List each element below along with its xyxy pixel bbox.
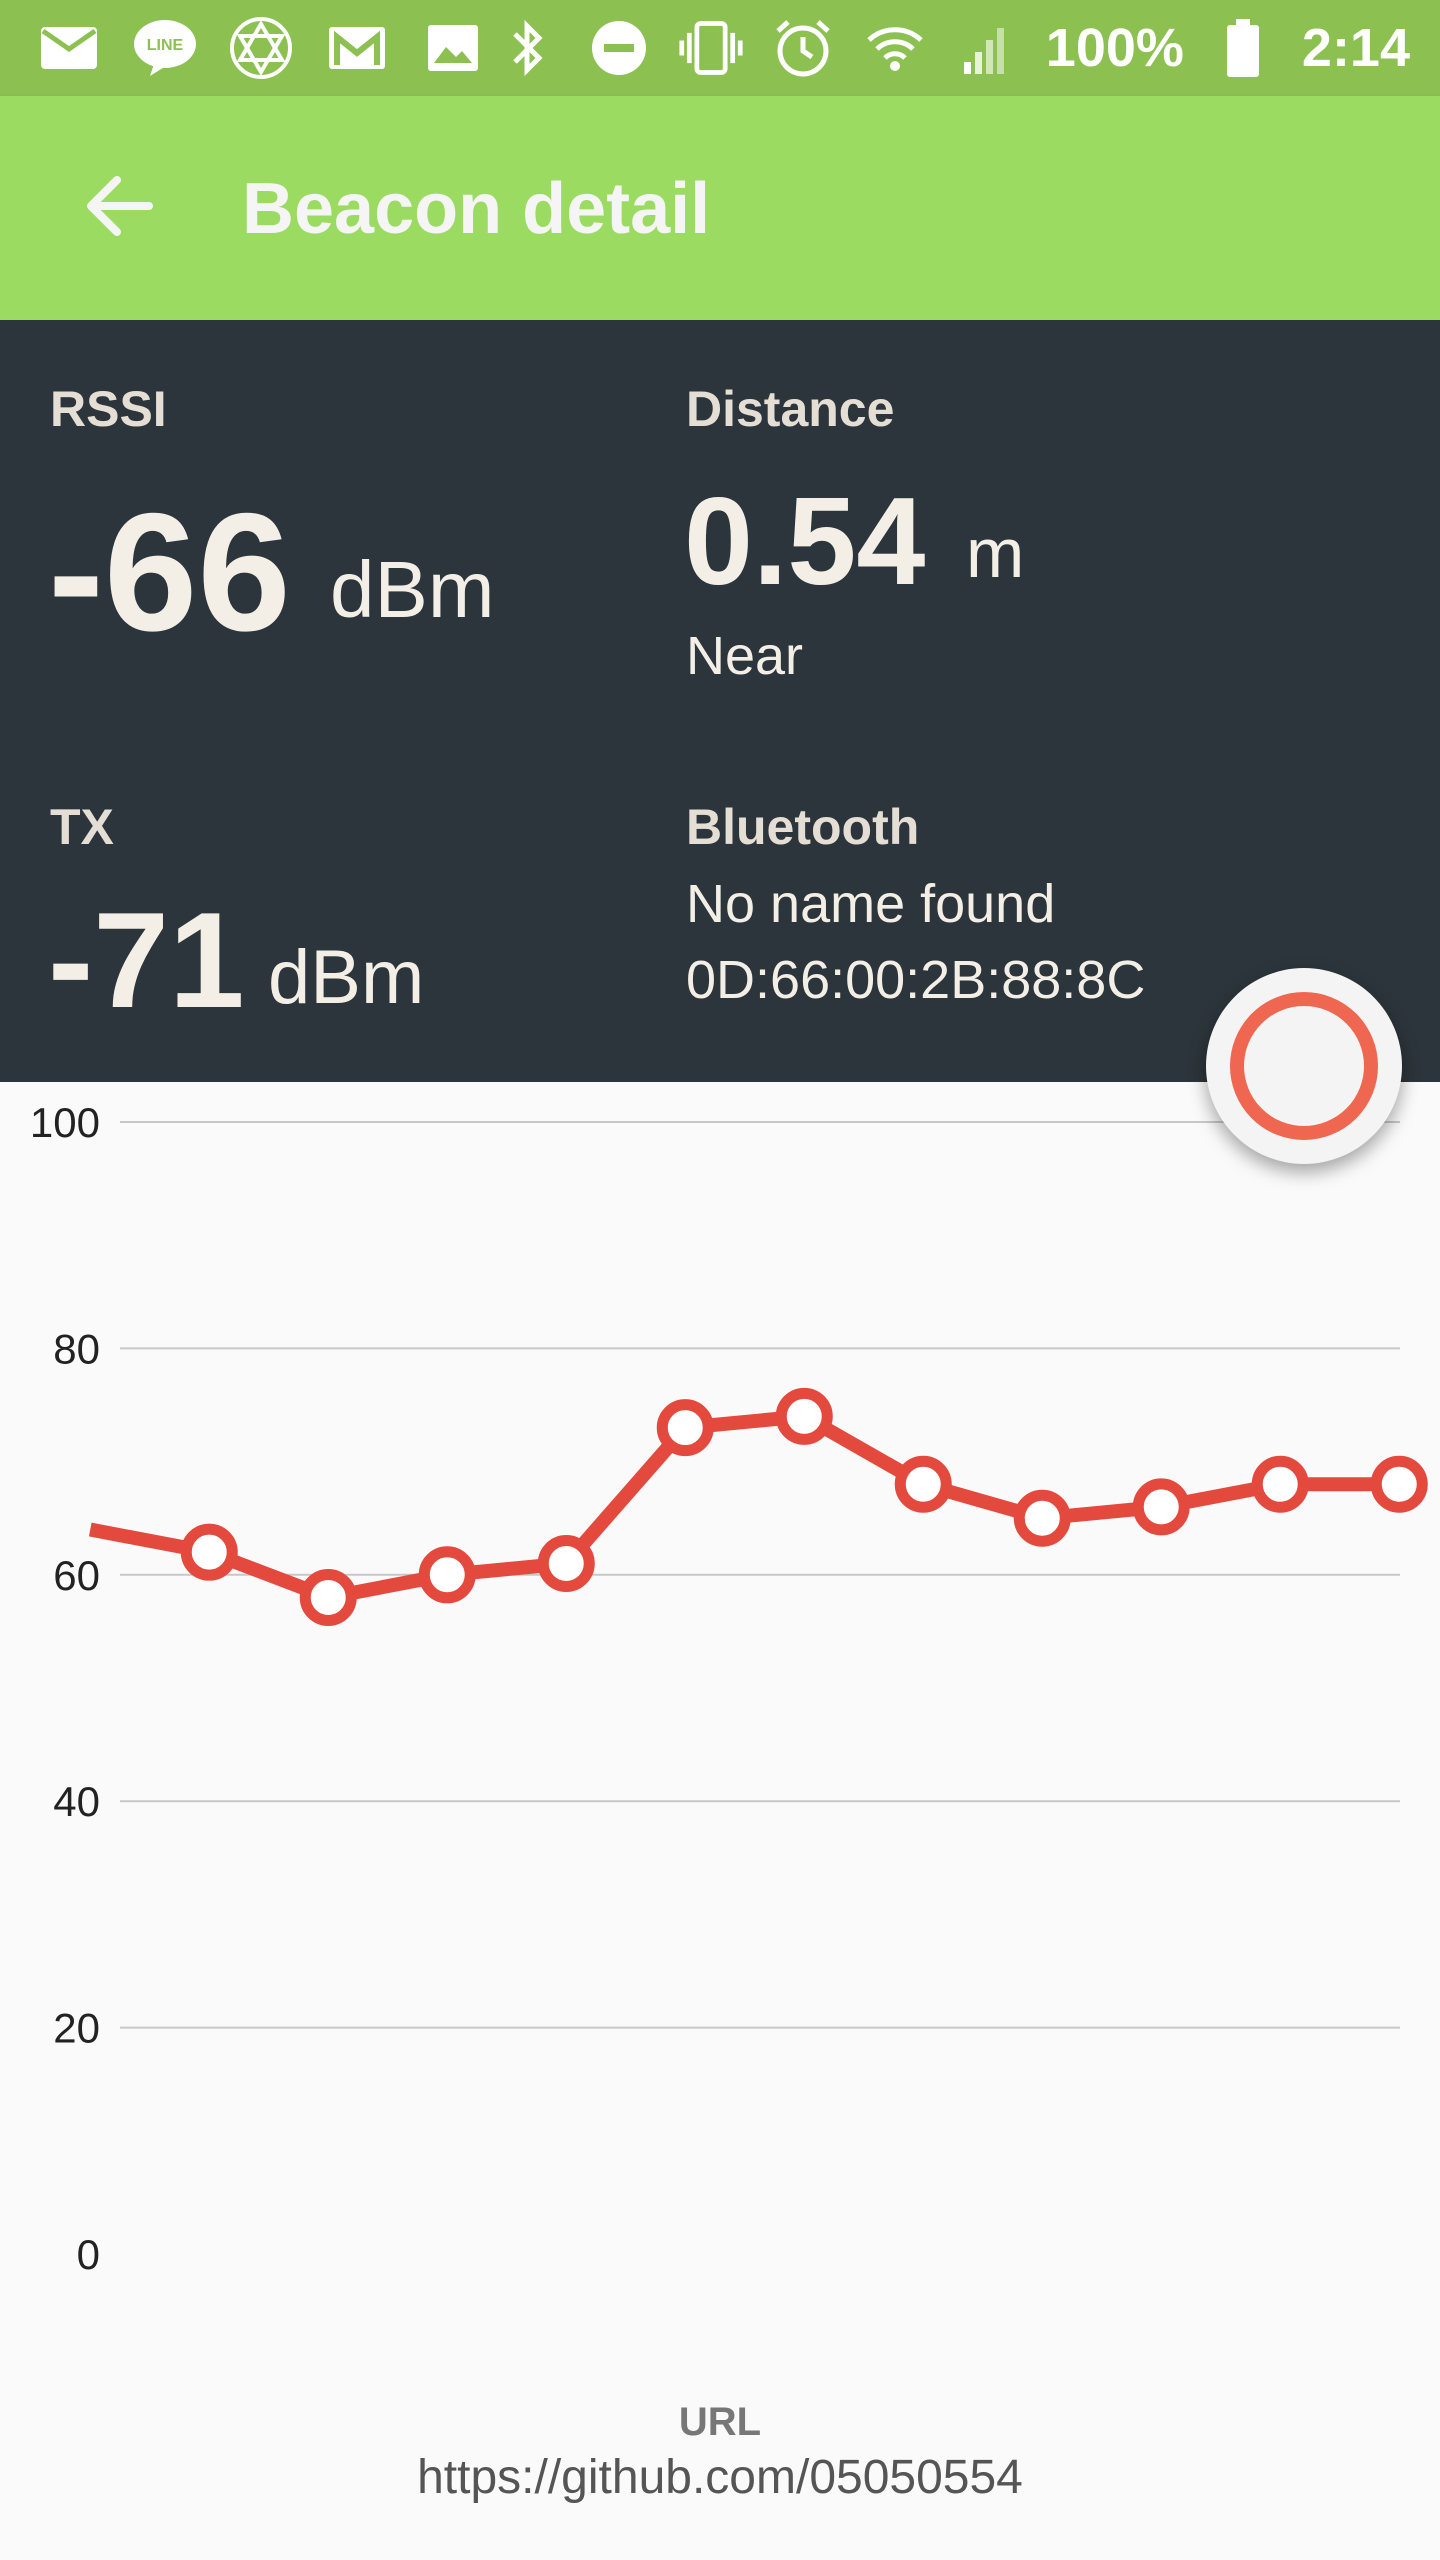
status-bar: LINE 100% 2:14	[0, 0, 1440, 96]
y-tick-label: 80	[53, 1325, 100, 1372]
signal-icon	[954, 15, 1020, 81]
tx-label: TX	[50, 799, 114, 855]
data-point	[1013, 1489, 1071, 1547]
arrow-back-icon	[87, 176, 153, 236]
battery-icon	[1210, 15, 1276, 81]
rssi-label: RSSI	[50, 381, 167, 437]
back-button[interactable]	[68, 156, 168, 256]
y-tick-label: 40	[53, 1778, 100, 1825]
page-title: Beacon detail	[242, 169, 711, 249]
rssi-value: -66	[48, 478, 291, 666]
bluetooth-icon	[494, 15, 560, 81]
tx-unit: dBm	[268, 935, 425, 1020]
bluetooth-label: Bluetooth	[686, 799, 920, 855]
gmail-icon	[324, 15, 390, 81]
proximity-text: Near	[686, 626, 804, 686]
system-icons: 100% 2:14	[494, 0, 1410, 96]
data-point	[537, 1534, 595, 1592]
mail-icon	[36, 15, 102, 81]
data-point	[418, 1546, 476, 1604]
y-tick-label: 100	[30, 1099, 100, 1146]
bluetooth-name: No name found	[686, 874, 1056, 934]
bluetooth-address: 0D:66:00:2B:88:8C	[686, 950, 1146, 1010]
wifi-icon	[862, 15, 928, 81]
tx-value: -71	[48, 884, 245, 1036]
beacon-info-panel: RSSI -66 dBm Distance 0.54 m Near TX -71…	[0, 320, 1440, 1082]
do-not-disturb-icon	[586, 15, 652, 81]
data-point	[1132, 1478, 1190, 1536]
battery-percent: 100%	[1045, 18, 1184, 78]
record-button[interactable]	[1206, 968, 1402, 1164]
data-point	[775, 1387, 833, 1445]
url-link[interactable]: https://github.com/05050554	[0, 2450, 1440, 2505]
app-bar: Beacon detail	[0, 96, 1440, 320]
data-point	[1370, 1455, 1428, 1513]
rssi-unit: dBm	[330, 545, 495, 634]
clock: 2:14	[1301, 18, 1410, 78]
image-icon	[420, 15, 486, 81]
svg-text:LINE: LINE	[147, 37, 184, 54]
rssi-chart: 100 80 60 40 20 0	[30, 1099, 1428, 2278]
distance-unit: m	[966, 514, 1025, 592]
data-point	[180, 1523, 238, 1581]
line-app-icon: LINE	[132, 15, 198, 81]
vibrate-icon	[678, 15, 744, 81]
notification-icons: LINE	[36, 0, 486, 96]
distance-label: Distance	[686, 381, 895, 437]
data-point	[299, 1568, 357, 1626]
y-tick-label: 60	[53, 1552, 100, 1599]
y-tick-label: 0	[77, 2231, 100, 2278]
url-label: URL	[678, 2400, 762, 2444]
distance-value: 0.54	[684, 473, 926, 611]
data-point	[894, 1455, 952, 1513]
alarm-icon	[770, 15, 836, 81]
y-tick-label: 20	[53, 2005, 100, 2052]
record-circle-icon	[1230, 992, 1378, 1140]
data-point	[656, 1399, 714, 1457]
data-point	[1251, 1455, 1309, 1513]
rssi-series-line	[88, 1409, 1400, 1605]
star-of-david-icon	[228, 15, 294, 81]
